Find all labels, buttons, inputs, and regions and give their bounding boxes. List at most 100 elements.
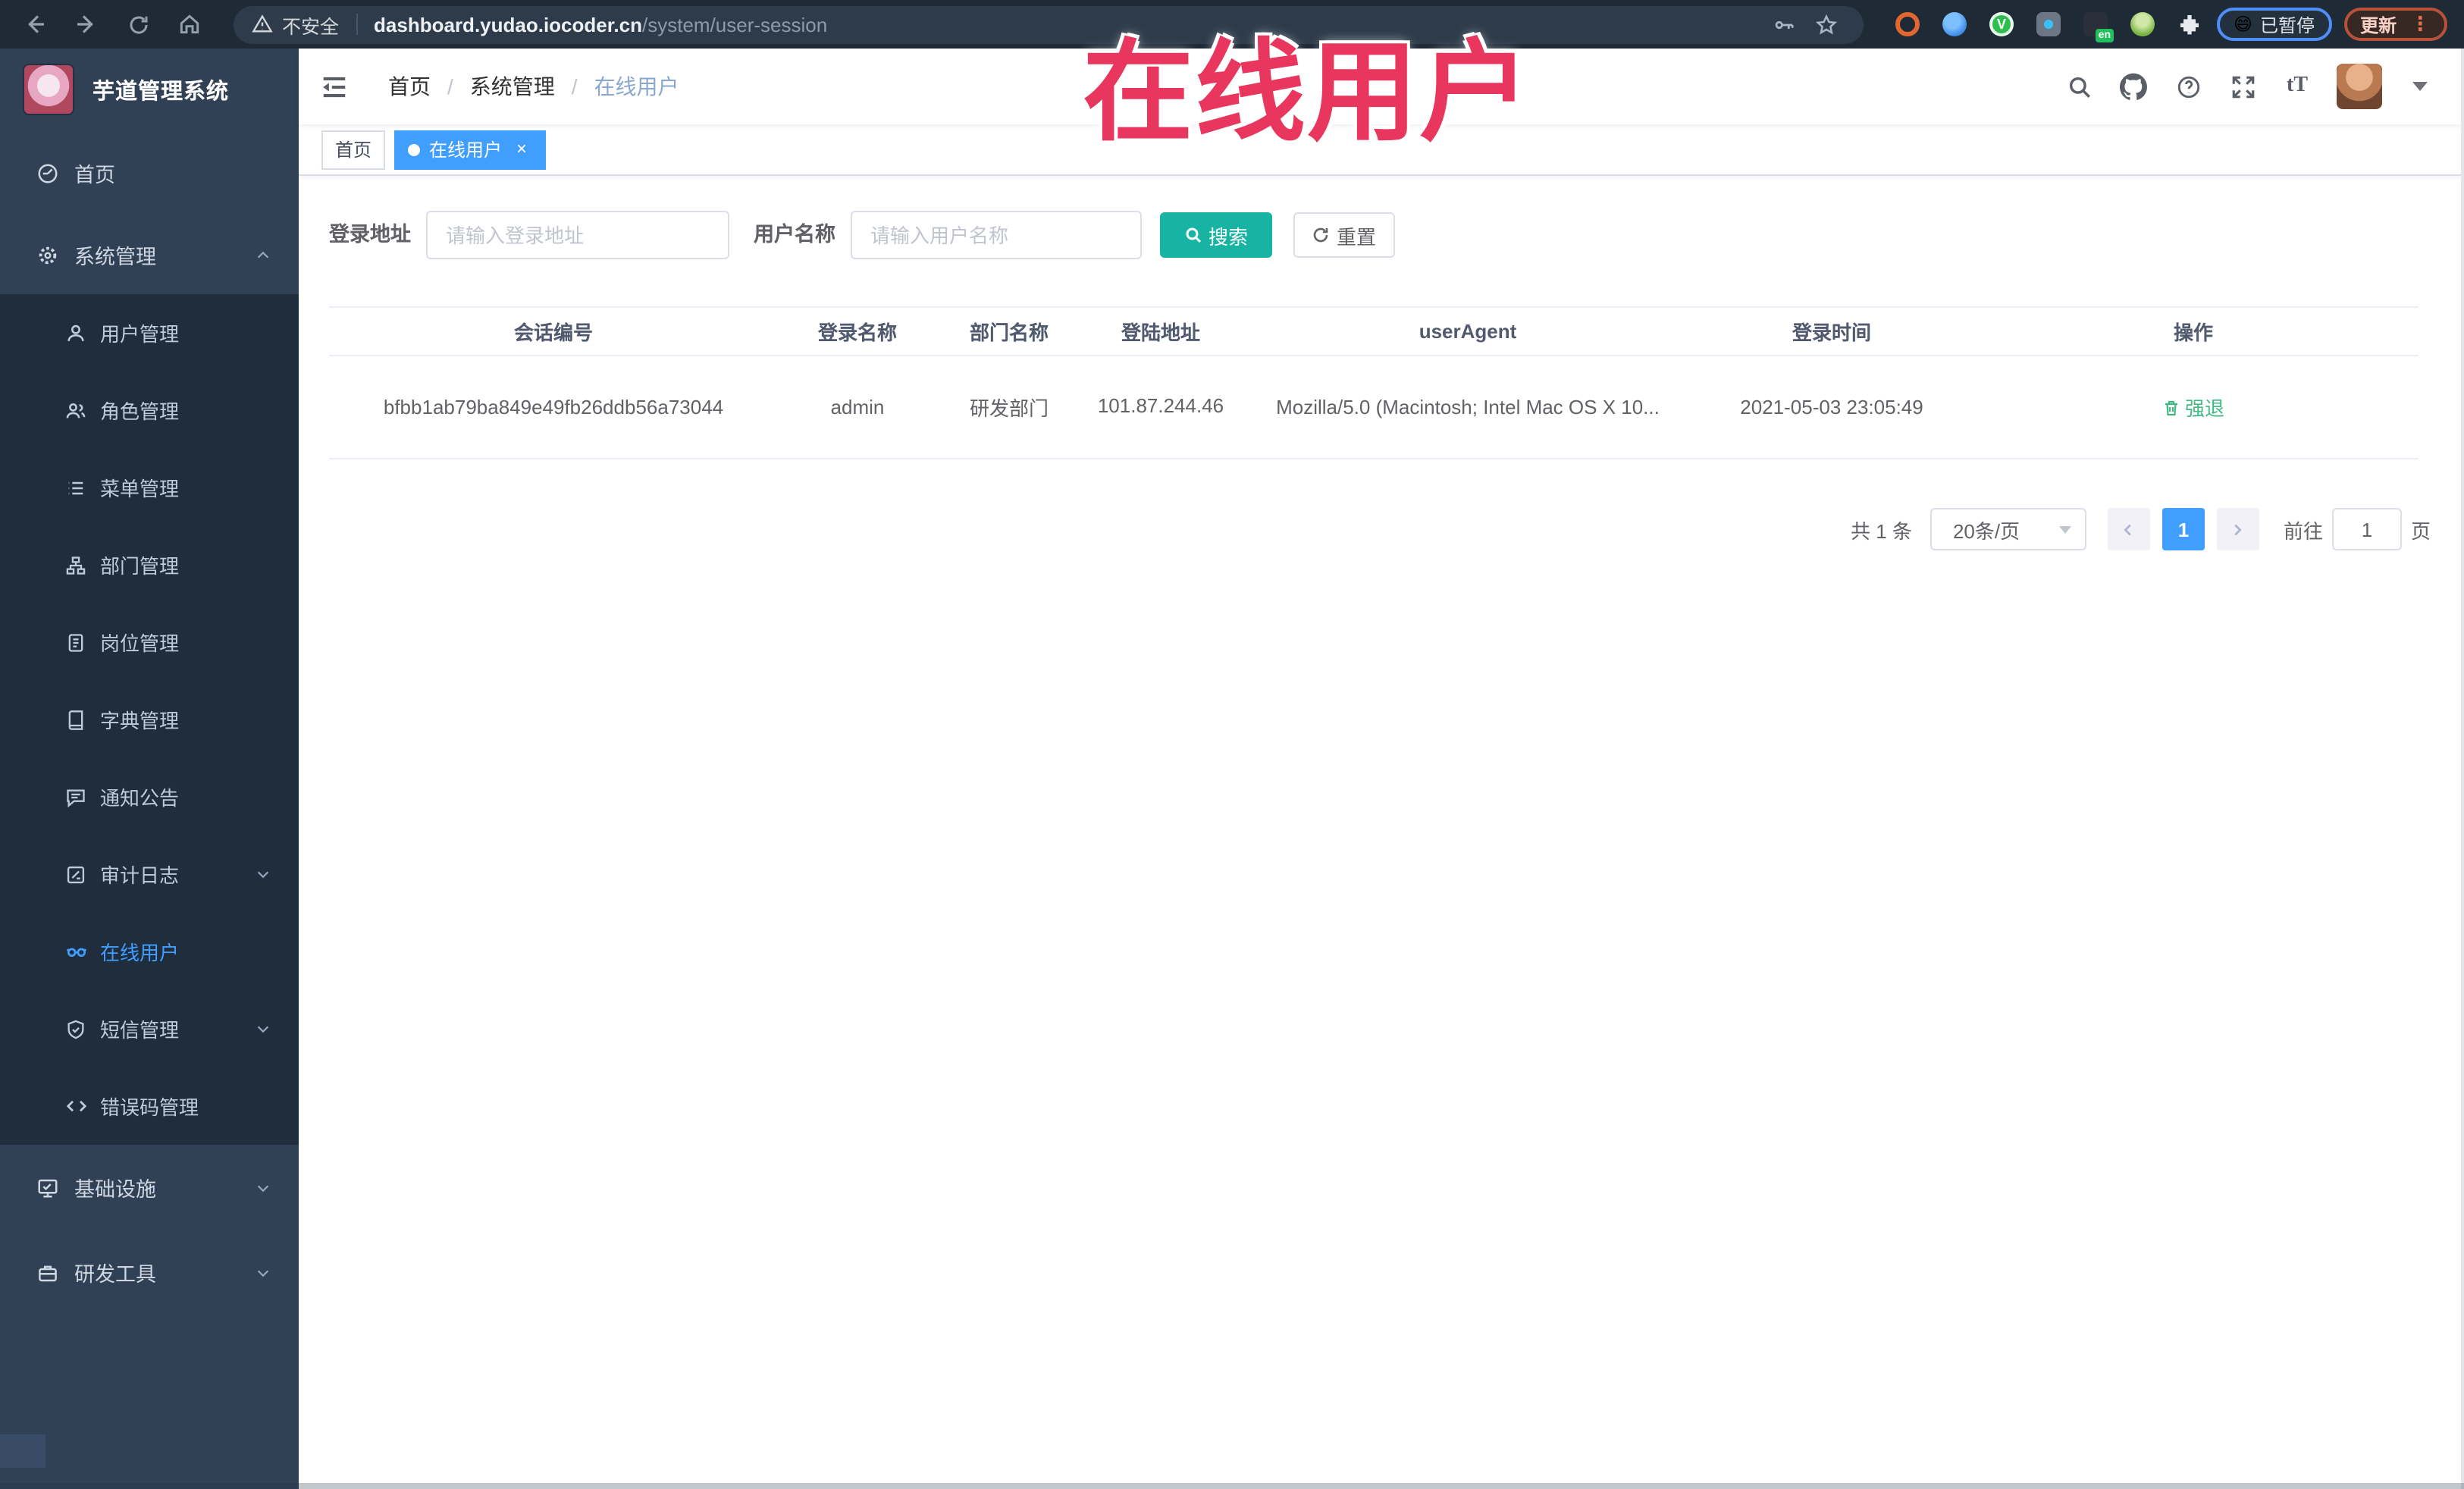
green-person-extension-icon[interactable] (2130, 12, 2155, 36)
sidebar-item-menu-management[interactable]: 菜单管理 (0, 449, 299, 526)
sidebar-item-dict-management[interactable]: 字典管理 (0, 681, 299, 758)
page-unit-label: 页 (2410, 519, 2431, 542)
prev-page-button[interactable] (2107, 508, 2150, 550)
browser-update-chip[interactable]: 更新 ⋮ (2343, 8, 2447, 41)
fullscreen-icon[interactable] (2227, 71, 2258, 102)
reset-button[interactable]: 重置 (1293, 212, 1395, 258)
translate-en-extension-icon[interactable]: en (2083, 12, 2114, 42)
sidebar-item-department-management[interactable]: 部门管理 (0, 526, 299, 603)
app-title: 芋道管理系统 (92, 80, 229, 104)
sidebar-item-home[interactable]: 首页 (0, 130, 299, 215)
col-dept-name: 部门名称 (937, 306, 1081, 356)
tab-home[interactable]: 首页 (321, 130, 386, 169)
home-icon[interactable] (173, 8, 206, 41)
address-bar[interactable]: 不安全 dashboard.yudao.iocoder.cn/system/us… (234, 5, 1864, 43)
chevron-down-icon (255, 1179, 271, 1196)
tags-view-bar: 首页 在线用户 × (299, 124, 2464, 176)
col-user-agent: userAgent (1240, 306, 1695, 356)
sidebar-item-role-management[interactable]: 角色管理 (0, 371, 299, 449)
reload-icon[interactable] (121, 8, 155, 41)
force-logout-button[interactable]: 强退 (2162, 393, 2224, 422)
sidebar-menu: 首页 系统管理 用户管理 角色管理 菜单管理 部门管理 岗位管理 字典管理 通知… (0, 130, 299, 1315)
next-page-button[interactable] (2216, 508, 2259, 550)
header-actions: tT (2064, 64, 2464, 109)
green-v-extension-icon[interactable]: V (1989, 12, 2014, 36)
bookmark-star-icon[interactable] (1809, 8, 1842, 41)
update-label: 更新 (2360, 14, 2397, 36)
password-key-icon[interactable] (1766, 8, 1800, 41)
chevron-down-icon (255, 1020, 271, 1037)
sidebar-item-system-management[interactable]: 系统管理 (0, 215, 299, 294)
back-icon[interactable] (18, 8, 52, 41)
cell-user-agent: Mozilla/5.0 (Macintosh; Intel Mac OS X 1… (1240, 356, 1695, 459)
goto-page-input[interactable] (2331, 508, 2402, 550)
filter-form: 登录地址 用户名称 搜索 重置 (329, 211, 2434, 259)
audit-log-icon (64, 862, 88, 886)
app-logo (23, 64, 74, 115)
pagination: 共 1 条 20条/页 1 前往 页 (329, 508, 2434, 550)
avatar-caret-icon[interactable] (2412, 82, 2428, 91)
tab-online-users[interactable]: 在线用户 × (394, 130, 547, 169)
user-session-table: 会话编号 登录名称 部门名称 登陆地址 userAgent 登录时间 操作 bf… (329, 306, 2419, 459)
close-icon[interactable]: × (511, 138, 532, 160)
font-size-icon[interactable]: tT (2282, 71, 2312, 102)
sidebar-item-sms-management[interactable]: 短信管理 (0, 990, 299, 1067)
cell-login-time: 2021-05-03 23:05:49 (1695, 356, 1968, 459)
login-address-input[interactable] (426, 211, 729, 259)
sidebar-item-post-management[interactable]: 岗位管理 (0, 603, 299, 681)
page-url[interactable]: dashboard.yudao.iocoder.cn/system/user-s… (374, 13, 827, 36)
sidebar-item-online-users[interactable]: 在线用户 (0, 913, 299, 990)
blue-drop-extension-icon[interactable] (1942, 12, 1967, 36)
paused-label: 已暂停 (2260, 14, 2315, 36)
sidebar-item-infrastructure[interactable]: 基础设施 (0, 1145, 299, 1230)
sidebar-item-error-code-management[interactable]: 错误码管理 (0, 1067, 299, 1145)
page-size-select[interactable]: 20条/页 (1930, 508, 2086, 550)
search-icon[interactable] (2064, 71, 2094, 102)
orange-ring-extension-icon[interactable] (1895, 12, 1920, 36)
warning-icon (252, 14, 273, 35)
breadcrumb: 首页 / 系统管理 / 在线用户 (388, 71, 679, 102)
table-row: bfbb1ab79ba849e49fb26ddb56a73044 admin 研… (329, 356, 2419, 459)
app-logo-row[interactable]: 芋道管理系统 (0, 49, 299, 130)
error-code-icon (64, 1094, 88, 1118)
help-icon[interactable] (2173, 71, 2203, 102)
sidebar-item-notice-announcement[interactable]: 通知公告 (0, 758, 299, 835)
sidebar-item-audit-log[interactable]: 审计日志 (0, 835, 299, 913)
table-header-row: 会话编号 登录名称 部门名称 登陆地址 userAgent 登录时间 操作 (329, 306, 2419, 356)
infrastructure-icon (35, 1175, 59, 1199)
sidebar: 芋道管理系统 首页 系统管理 用户管理 角色管理 菜单管理 部门管理 岗位管理 … (0, 49, 299, 1489)
puzzle-extensions-icon[interactable] (2177, 12, 2202, 36)
breadcrumb-home[interactable]: 首页 (388, 71, 431, 102)
sidebar-item-dev-tools[interactable]: 研发工具 (0, 1230, 299, 1315)
user-avatar[interactable] (2337, 64, 2382, 109)
cell-login-name: admin (778, 356, 937, 459)
sidebar-item-user-management[interactable]: 用户管理 (0, 294, 299, 371)
browser-menu-icon[interactable]: ⋮ (2410, 12, 2430, 36)
profile-paused-chip[interactable]: 😄 已暂停 (2217, 8, 2332, 41)
online-users-icon (64, 939, 88, 964)
scrollbar-track[interactable] (2461, 49, 2464, 1489)
app-header: 首页 / 系统管理 / 在线用户 tT (299, 49, 2464, 124)
search-button[interactable]: 搜索 (1160, 212, 1272, 258)
menu-list-icon (64, 475, 88, 500)
extensions-row: V en (1895, 12, 2202, 42)
current-page-button[interactable]: 1 (2161, 508, 2205, 550)
dev-tools-icon (35, 1260, 59, 1284)
breadcrumb-system-management[interactable]: 系统管理 (470, 71, 555, 102)
username-input[interactable] (851, 211, 1142, 259)
security-label[interactable]: 不安全 (282, 10, 339, 39)
github-icon[interactable] (2118, 71, 2149, 102)
cell-dept-name: 研发部门 (937, 356, 1081, 459)
page-content: 登录地址 用户名称 搜索 重置 会话编号 登录名称 部门 (299, 176, 2464, 550)
col-login-ip: 登陆地址 (1081, 306, 1240, 356)
col-session-id: 会话编号 (329, 306, 778, 356)
cell-login-ip: 101.87.244.46 (1081, 356, 1240, 459)
slate-extension-icon[interactable] (2036, 12, 2061, 36)
forward-icon[interactable] (70, 8, 103, 41)
chevron-down-icon (255, 866, 271, 882)
gear-icon (35, 243, 59, 267)
bottom-left-patch (0, 1434, 45, 1468)
breadcrumb-online-users: 在线用户 (594, 74, 679, 99)
dictionary-icon (64, 707, 88, 732)
sidebar-toggle-icon[interactable] (320, 71, 350, 102)
